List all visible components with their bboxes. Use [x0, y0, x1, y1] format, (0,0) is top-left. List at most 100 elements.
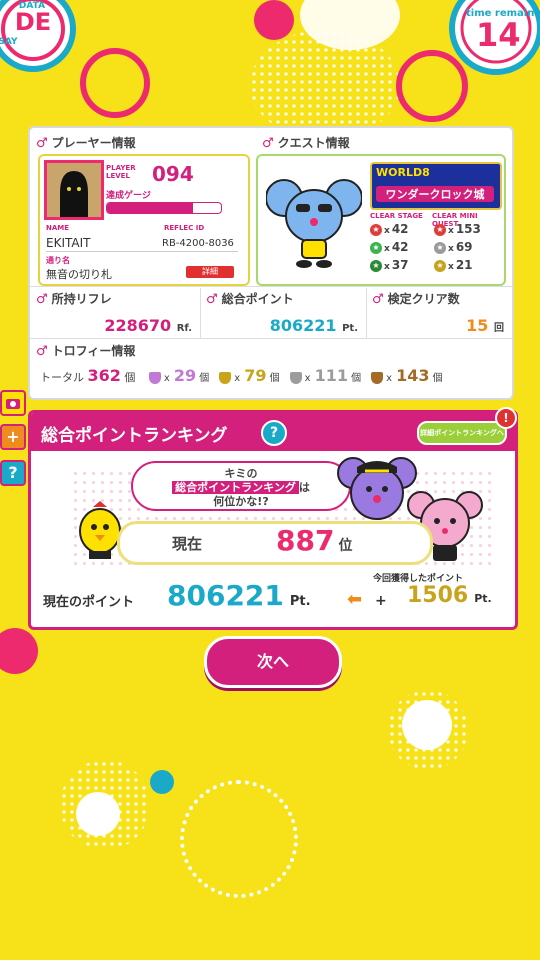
bg-circle-cyan [150, 770, 174, 794]
clear-count-value: 15 回 [466, 316, 504, 335]
help-button[interactable]: ? [0, 460, 26, 486]
stage-row: ★ x 42 [370, 240, 432, 258]
trophy-icon [219, 372, 232, 384]
name-divider [46, 251, 238, 252]
mini-row: ★ x 21 [434, 258, 500, 276]
mini-count: 69 [455, 240, 473, 254]
trophy-x: x [234, 373, 241, 384]
trophy-row: トータル 362 個 x 29 個 x 79 個 x 111 個 x 143 個 [40, 366, 510, 385]
time-remain-value: 14 [476, 16, 521, 54]
stats-divider-top [30, 286, 512, 287]
trophy-unit: 個 [347, 373, 362, 384]
mini-medal-icon: ★ [434, 259, 446, 272]
avatar [44, 160, 104, 220]
castle-label: ワンダークロック城 [376, 186, 494, 202]
player-alias: 無音の切り札 [46, 268, 112, 281]
bubble-line-3: 何位かな!? [213, 495, 269, 508]
purple-mouse-character [337, 449, 417, 525]
trophy-total: 362 [87, 366, 121, 385]
mini-count: 21 [455, 258, 473, 272]
current-rank-label: 現在 [172, 535, 203, 553]
clear-count-label: ♂ 検定クリア数 [372, 292, 460, 307]
current-points-value: 806221 Pt. [167, 579, 311, 612]
bg-dots-3 [60, 760, 150, 850]
achievement-gauge-fill [107, 203, 193, 213]
trophy-count: 29 [173, 366, 197, 385]
bg-ring-left [80, 48, 150, 118]
reflec-stat: ♂ 所持リフレ 228670 Rf. [30, 288, 201, 338]
ranking-detail-label: 詳細ポイントランキングへ [420, 429, 504, 437]
ranking-title: 総合ポイントランキング [41, 426, 228, 446]
stage-medal-icon: ★ [370, 223, 382, 236]
quest-card: WORLD8 ワンダークロック城 CLEAR STAGE CLEAR MINI … [256, 154, 506, 286]
ranking-panel: 総合ポイントランキング ? 詳細ポイントランキングへ ! キミの 総合ポイントラ… [28, 407, 518, 630]
svg-text:DATA: DATA [19, 1, 45, 11]
world-banner: WORLD8 ワンダークロック城 [370, 162, 502, 210]
trophy-unit: 個 [266, 373, 280, 384]
stage-x: x [384, 262, 390, 272]
gained-points-value: 1506 Pt. [407, 583, 492, 608]
svg-text:DE: DE [15, 8, 51, 36]
bg-dots [250, 30, 400, 140]
trophy-x: x [386, 373, 393, 384]
total-points-stat: ♂ 総合ポイント 806221 Pt. [200, 288, 367, 338]
mini-x: x [448, 244, 454, 254]
next-button-label: 次へ [256, 652, 289, 671]
trophy-unit: 個 [196, 373, 210, 384]
gauge-label: 達成ゲージ [106, 191, 151, 201]
ranking-header: 総合ポイントランキング ? 詳細ポイントランキングへ ! [31, 407, 517, 451]
trophy-unit: 個 [429, 373, 443, 384]
bg-circle-pink-left [0, 628, 38, 674]
camera-button[interactable] [0, 390, 26, 416]
arrow-left-icon: ⬅ [347, 589, 363, 610]
clear-stage-label: CLEAR STAGE [370, 212, 423, 220]
reflec-id-label: REFLEC ID [164, 224, 205, 232]
bg-circle-pink [254, 0, 294, 40]
trophy-section-title: ♂ トロフィー情報 [36, 344, 136, 359]
mini-medal-icon: ★ [434, 241, 446, 254]
mini-x: x [448, 226, 454, 236]
time-remain-badge: time remain 14 [446, 0, 540, 76]
achievement-gauge [106, 202, 222, 214]
player-name: EKITAIT [46, 236, 91, 250]
reflec-id: RB-4200-8036 [162, 238, 234, 249]
trophy-count: 79 [244, 366, 267, 385]
bg-ring-dotted [180, 780, 298, 898]
clear-stage-list: ★ x 42 ★ x 42 ★ x 37 [370, 222, 432, 276]
current-points-label: 現在のポイント [43, 595, 135, 610]
alias-label: 通り名 [46, 256, 70, 265]
trophy-x: x [304, 373, 311, 384]
plus-sign: + [375, 593, 387, 609]
stage-row: ★ x 42 [370, 222, 432, 240]
mini-medal-icon: ★ [434, 223, 446, 236]
trophy-icon [371, 372, 384, 384]
mini-row: ★ x 153 [434, 222, 500, 240]
mini-count: 153 [455, 222, 481, 236]
ranking-help-icon[interactable]: ? [261, 420, 287, 446]
stage-x: x [384, 226, 390, 236]
mini-row: ★ x 69 [434, 240, 500, 258]
world-label: WORLD8 [376, 166, 430, 179]
ranking-detail-button[interactable]: 詳細ポイントランキングへ [417, 421, 507, 445]
stage-count: 42 [391, 222, 409, 236]
clear-count-stat: ♂ 検定クリア数 15 回 [366, 288, 512, 338]
trophy-count: 111 [314, 366, 348, 385]
speech-bubble: キミの 総合ポイントランキングは 何位かな!? [131, 461, 351, 511]
trophy-icon [289, 372, 302, 384]
next-button[interactable]: 次へ [204, 636, 342, 688]
camera-icon [6, 399, 20, 409]
trophy-x: x [163, 373, 170, 384]
player-level-label: PLAYER LEVEL [106, 164, 136, 180]
mini-x: x [448, 262, 454, 272]
alias-change-button[interactable]: 詳細 [186, 266, 234, 278]
plus-button[interactable]: + [0, 424, 26, 450]
info-panel: ♂ プレーヤー情報 PLAYER LEVEL 094 達成ゲージ NAME REF… [28, 126, 514, 400]
clear-mini-list: ★ x 153 ★ x 69 ★ x 21 [434, 222, 500, 276]
bubble-line-2: 総合ポイントランキングは [133, 481, 349, 495]
trophy-total-label: トータル [40, 371, 84, 384]
svg-text:SAY: SAY [0, 37, 18, 47]
stage-count: 37 [391, 258, 409, 272]
current-rank-value: 887 位 [276, 524, 353, 557]
player-card: PLAYER LEVEL 094 達成ゲージ NAME REFLEC ID EK… [38, 154, 250, 286]
trophy-total-unit: 個 [124, 371, 136, 384]
